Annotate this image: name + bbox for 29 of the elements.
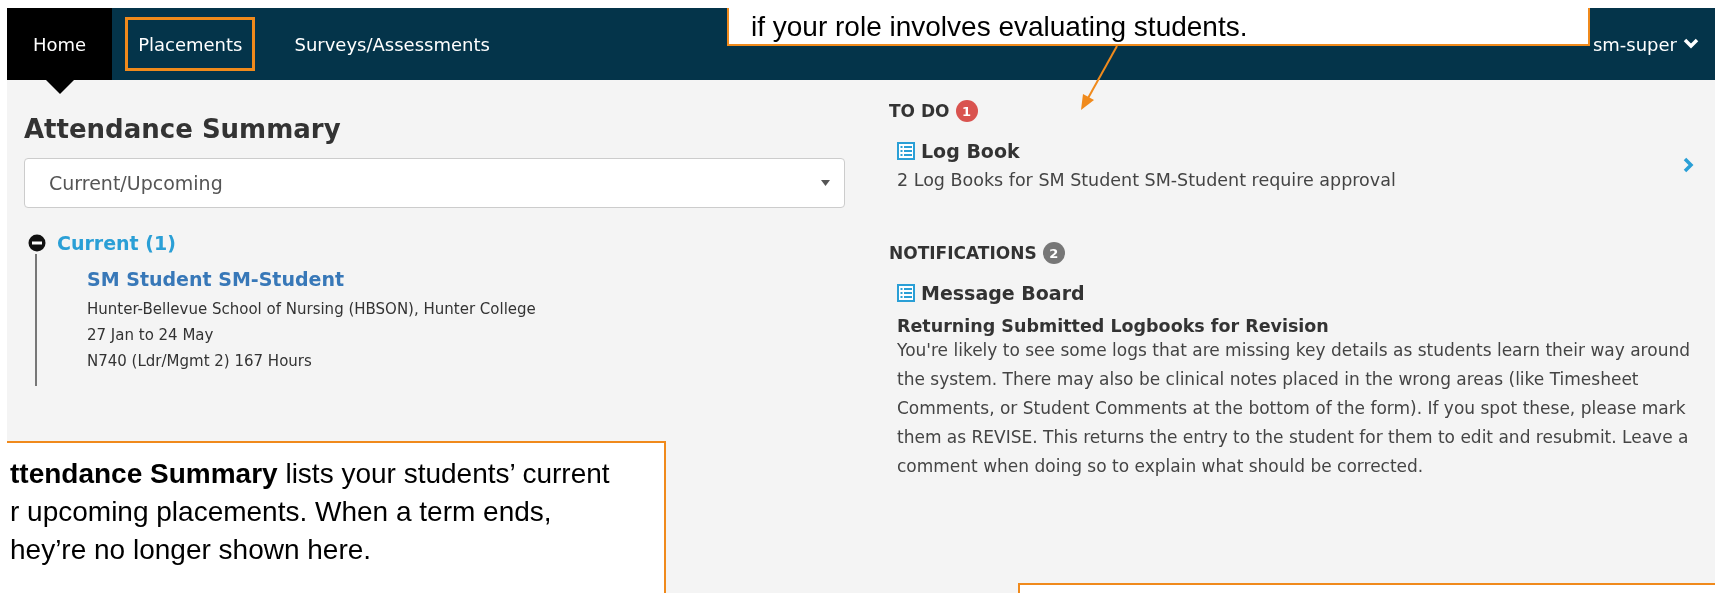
section-title: TO DO — [889, 101, 950, 121]
nav-tab[interactable]: Placements — [116, 8, 265, 80]
message-text: You're likely to see some logs that are missing key details as students learn their way around the system. There may also be clinical notes placed in the wrong areas (like Timesheet Comments, or Student Comments at the bottom of the form). If you spot these, please mark them as REVISE. This returns the entry to the student for them to edit and resubmit. Leave a comment when doing so to explain what should be corrected. — [897, 339, 1691, 478]
student-link[interactable]: SM Student SM-Student — [87, 268, 845, 290]
date-range: 27 Jan to 24 May — [87, 325, 215, 346]
filter-dropdown[interactable]: Current/Upcoming — [24, 158, 845, 208]
collapse-icon[interactable] — [28, 234, 46, 252]
callout-text: hey’re no longer shown here. — [10, 533, 373, 567]
school-text: Hunter-Bellevue School of Nursing (HBSON), Hunter College — [87, 299, 537, 320]
user-menu[interactable]: sm-super — [1586, 8, 1715, 80]
panel-title: Attendance Summary — [24, 114, 342, 144]
callout-text: if your role involves evaluating students. — [751, 10, 1249, 44]
message-subject: Returning Submitted Logbooks for Revision — [897, 316, 1330, 336]
chevron-down-icon — [1683, 38, 1699, 50]
callout-text: ttendance Summary lists your students’ current — [10, 457, 611, 491]
list-icon — [897, 142, 915, 160]
tab-pointer-icon — [45, 80, 74, 94]
list-icon — [897, 284, 915, 302]
callout-text: r upcoming placements. When a term ends, — [10, 495, 553, 529]
caret-icon — [821, 180, 830, 186]
chevron-right-icon[interactable] — [1683, 157, 1695, 173]
count-badge: 2 — [1042, 242, 1065, 264]
course-hours: N740 (Ldr/Mgmt 2) 167 Hours — [87, 351, 313, 372]
notification-title[interactable]: Message Board — [921, 282, 1085, 304]
section-title: NOTIFICATIONS — [889, 243, 1037, 263]
todo-text: 2 Log Books for SM Student SM-Student require approval — [897, 170, 1397, 190]
nav-tab[interactable]: Surveys/Assessments — [268, 8, 516, 80]
count-badge: 1 — [955, 100, 978, 122]
todo-title[interactable]: Log Book — [921, 140, 1020, 162]
